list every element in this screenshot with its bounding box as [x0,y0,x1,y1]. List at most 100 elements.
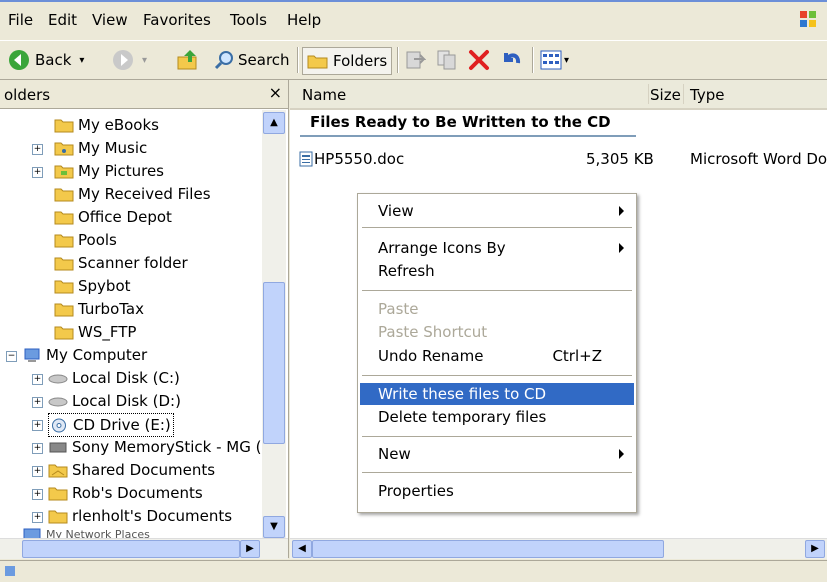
undo-button[interactable] [500,47,522,73]
folder-icon [54,211,74,224]
file-pane-horizontal-scrollbar[interactable]: ◀ ▶ [290,538,827,559]
collapse-icon[interactable]: − [6,351,17,362]
tree-item-cd-drive-e[interactable]: CD Drive (E:) [48,413,174,437]
tree-item-turbotax[interactable]: TurboTax [54,298,144,320]
memory-stick-icon [49,442,67,452]
tree-item-spybot[interactable]: Spybot [54,275,131,297]
menu-tools[interactable]: Tools [230,11,267,29]
views-button[interactable]: ▾ [540,47,569,73]
tree-item-rlenholts-documents[interactable]: rlenholt's Documents [48,505,232,527]
column-divider[interactable] [648,84,649,104]
scroll-right-icon[interactable]: ▶ [805,540,825,558]
folders-horizontal-scrollbar[interactable]: ▶ [0,538,288,559]
menu-view[interactable]: View [92,11,128,29]
tree-item-sony-memorystick[interactable]: Sony MemoryStick - MG ( [48,436,262,458]
folder-icon [54,280,74,293]
table-row[interactable]: HP5550.doc 5,305 KB Microsoft Word Do [298,148,827,170]
tree-item-local-disk-d[interactable]: Local Disk (D:) [48,390,181,412]
menu-item-write-to-cd[interactable]: Write these files to CD [360,383,634,405]
copy-to-button[interactable] [436,47,458,73]
menu-bar: File Edit View Favorites Tools Help [0,0,827,42]
menu-separator [362,436,632,437]
expand-icon[interactable]: + [32,144,43,155]
up-folder-button[interactable] [176,47,200,73]
toolbar-separator [297,47,299,73]
expand-icon[interactable]: + [32,397,43,408]
tree-item-ws-ftp[interactable]: WS_FTP [54,321,136,343]
back-button[interactable]: Back ▾ [8,47,84,73]
tree-item-label: Office Depot [78,208,172,226]
tree-item-office-depot[interactable]: Office Depot [54,206,172,228]
status-bar [0,560,827,582]
tree-item-scanner-folder[interactable]: Scanner folder [54,252,188,274]
scroll-right-icon[interactable]: ▶ [240,540,260,558]
tree-item-my-received-files[interactable]: My Received Files [54,183,211,205]
expand-icon[interactable]: + [32,489,43,500]
tree-item-label: Local Disk (C:) [72,369,180,387]
file-size: 5,305 KB [586,150,654,168]
tree-item-label: My Received Files [78,185,211,203]
expand-icon[interactable]: + [32,466,43,477]
expand-icon[interactable]: + [32,167,43,178]
tree-item-shared-documents[interactable]: Shared Documents [48,459,215,481]
tree-item-my-pictures[interactable]: My Pictures [54,160,164,182]
menu-item-new[interactable]: New [360,443,634,465]
column-type[interactable]: Type [690,86,724,104]
tree-item-pools[interactable]: Pools [54,229,117,251]
forward-button[interactable]: ▾ [112,47,147,73]
search-button[interactable]: Search [214,47,290,73]
folders-vertical-scrollbar[interactable]: ▲ ▼ [262,110,286,540]
tree-item-robs-documents[interactable]: Rob's Documents [48,482,203,504]
expand-icon[interactable]: + [32,374,43,385]
back-dropdown-icon[interactable]: ▾ [79,55,84,66]
tree-item-label: CD Drive (E:) [73,416,171,434]
tree-item-my-computer[interactable]: My Computer [22,344,147,366]
menu-edit[interactable]: Edit [48,11,77,29]
menu-item-undo-rename[interactable]: Undo Rename Ctrl+Z [360,345,634,367]
menu-item-delete-temporary-files[interactable]: Delete temporary files [360,406,634,428]
scroll-left-icon[interactable]: ◀ [292,540,312,558]
menu-item-refresh[interactable]: Refresh [360,260,634,282]
menu-file[interactable]: File [8,11,33,29]
views-icon [540,50,562,70]
menu-favorites[interactable]: Favorites [143,11,211,29]
tree-item-label: My eBooks [78,116,159,134]
tree-item-label: rlenholt's Documents [72,507,233,525]
expand-icon[interactable]: + [32,512,43,523]
column-divider[interactable] [683,84,684,104]
hard-drive-icon [48,397,68,406]
submenu-arrow-icon [619,449,624,459]
folders-button[interactable]: Folders [302,47,393,75]
folders-icon [307,55,328,69]
menu-item-arrange-icons-by[interactable]: Arrange Icons By [360,237,634,259]
scroll-thumb[interactable] [312,540,664,558]
menu-item-label: Undo Rename [378,347,484,365]
tree-item-local-disk-c[interactable]: Local Disk (C:) [48,367,180,389]
expand-icon[interactable]: + [32,420,43,431]
column-header: Name Size Type [290,80,827,110]
scroll-down-icon[interactable]: ▼ [263,516,285,538]
close-icon[interactable]: × [269,83,282,102]
menu-item-view[interactable]: View [360,200,634,222]
menu-help[interactable]: Help [287,11,321,29]
scroll-thumb[interactable] [263,282,285,444]
column-size[interactable]: Size [650,86,681,104]
forward-dropdown-icon[interactable]: ▾ [142,55,147,66]
move-to-button[interactable] [404,47,426,73]
search-label: Search [238,51,290,69]
tree-item-label: TurboTax [78,300,145,318]
tree-item-my-ebooks[interactable]: My eBooks [54,114,159,136]
scroll-up-icon[interactable]: ▲ [263,112,285,134]
expand-icon[interactable]: + [32,443,43,454]
column-name[interactable]: Name [302,86,346,104]
my-computer-icon [24,348,40,362]
menu-item-properties[interactable]: Properties [360,480,634,502]
tree-item-label: Scanner folder [78,254,188,272]
scroll-thumb[interactable] [22,540,240,558]
shared-folder-icon [48,464,68,477]
group-header-underline [300,135,636,137]
delete-button[interactable] [468,47,490,73]
back-label: Back [35,51,72,69]
tree-item-my-music[interactable]: My Music [54,137,147,159]
tree-item-label: My Pictures [78,162,164,180]
